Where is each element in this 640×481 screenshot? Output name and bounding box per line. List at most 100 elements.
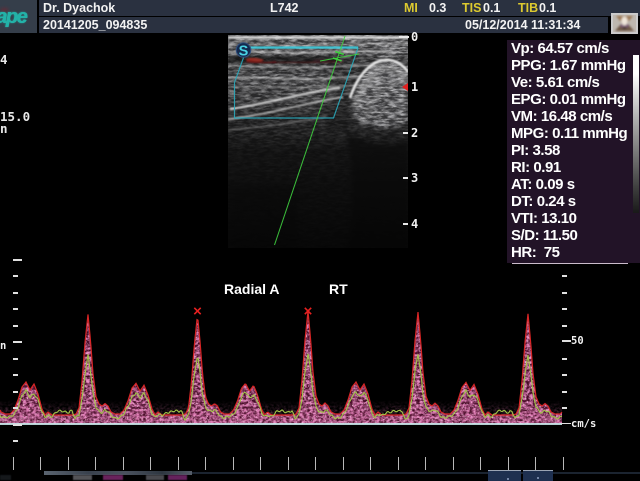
depth-mark: 3 bbox=[411, 173, 418, 183]
datetime: 05/12/2014 11:31:34 bbox=[465, 18, 580, 32]
probe-model: L742 bbox=[270, 1, 299, 15]
time-tick bbox=[95, 457, 96, 470]
measurement-row: VTI: 13.10 bbox=[507, 210, 640, 227]
time-tick bbox=[563, 457, 564, 470]
velocity-tick bbox=[562, 358, 567, 360]
header-row-patient: Dr. Dyachok L742 MI 0.3 TIS 0.1 TIB 0.1 bbox=[39, 0, 640, 16]
time-tick bbox=[315, 457, 316, 470]
measurement-row: VM: 16.48 cm/s bbox=[507, 108, 640, 125]
velocity-tick bbox=[562, 292, 567, 294]
time-tick bbox=[343, 457, 344, 470]
velocity-tick bbox=[13, 407, 18, 409]
softkey-button-2[interactable] bbox=[523, 470, 553, 481]
measurement-row: AT: 0.09 s bbox=[507, 176, 640, 193]
left-axis-unit-cut: n bbox=[0, 341, 6, 352]
measurement-row: S/D: 11.50 bbox=[507, 227, 640, 244]
velocity-tick bbox=[562, 407, 567, 409]
bmode-image[interactable]: S bbox=[228, 35, 408, 248]
velocity-tick bbox=[13, 391, 18, 393]
velocity-tick bbox=[13, 325, 18, 327]
velocity-scale-label: 50 bbox=[571, 336, 584, 347]
tis-label: TIS bbox=[462, 1, 481, 15]
bottom-toolbar-line bbox=[192, 472, 640, 474]
vessel-label: Radial A bbox=[224, 281, 280, 297]
exam-id: 20141205_094835 bbox=[43, 18, 147, 32]
velocity-tick bbox=[562, 308, 567, 310]
header-row-exam: 20141205_094835 05/12/2014 11:31:34 bbox=[39, 17, 608, 33]
patient-name: Dr. Dyachok bbox=[43, 1, 115, 15]
time-tick bbox=[480, 457, 481, 470]
softkey-dot bbox=[537, 477, 539, 479]
status-fragment bbox=[73, 475, 92, 480]
tis-value: 0.1 bbox=[483, 1, 500, 15]
velocity-tick bbox=[562, 391, 567, 393]
time-tick bbox=[233, 457, 234, 470]
status-fragment bbox=[0, 475, 11, 480]
doppler-spectrum[interactable] bbox=[0, 250, 640, 450]
clip-thumbnail[interactable] bbox=[611, 13, 638, 34]
status-fragment bbox=[168, 475, 187, 480]
time-tick bbox=[260, 457, 261, 470]
velocity-tick bbox=[562, 275, 567, 277]
velocity-tick bbox=[13, 275, 18, 277]
depth-tick bbox=[399, 36, 409, 38]
depth-tick bbox=[403, 223, 408, 225]
scale-dash bbox=[562, 340, 571, 342]
caliper-x-marker[interactable] bbox=[194, 308, 200, 314]
depth-mark: 0 bbox=[411, 32, 418, 42]
time-tick bbox=[535, 457, 536, 470]
time-tick bbox=[288, 457, 289, 470]
time-tick bbox=[453, 457, 454, 470]
time-tick bbox=[398, 457, 399, 470]
time-tick bbox=[508, 457, 509, 470]
time-tick bbox=[150, 457, 151, 470]
tib-value: 0.1 bbox=[539, 1, 556, 15]
header-bar: ape Dr. Dyachok L742 MI 0.3 TIS 0.1 TIB … bbox=[0, 0, 640, 34]
side-label: RT bbox=[329, 281, 348, 297]
time-tick bbox=[205, 457, 206, 470]
velocity-tick bbox=[13, 292, 18, 294]
status-fragment bbox=[146, 475, 164, 480]
time-tick bbox=[68, 457, 69, 470]
focus-marker[interactable] bbox=[402, 83, 408, 91]
measurement-row: MPG: 0.11 mmHg bbox=[507, 125, 640, 142]
measurement-row: EPG: 0.01 mmHg bbox=[507, 91, 640, 108]
svg-text:S: S bbox=[239, 43, 249, 59]
depth-tick bbox=[403, 177, 408, 179]
spectrum-waveform bbox=[0, 250, 562, 450]
velocity-tick bbox=[13, 308, 18, 310]
measurement-row: DT: 0.24 s bbox=[507, 193, 640, 210]
velocity-tick bbox=[13, 424, 22, 426]
velocity-tick bbox=[13, 374, 18, 376]
measurement-row: PPG: 1.67 mmHg bbox=[507, 57, 640, 74]
left-label-unit: n bbox=[0, 124, 8, 134]
left-label-top: 4 bbox=[0, 55, 8, 65]
baseline-dash bbox=[561, 423, 571, 425]
time-tick bbox=[370, 457, 371, 470]
measurement-row: RI: 0.91 bbox=[507, 159, 640, 176]
depth-mark: 2 bbox=[411, 128, 418, 138]
time-tick bbox=[13, 457, 14, 470]
measurement-row: PI: 3.58 bbox=[507, 142, 640, 159]
depth-mark: 1 bbox=[411, 82, 418, 92]
time-tick bbox=[178, 457, 179, 470]
time-tick bbox=[40, 457, 41, 470]
velocity-tick bbox=[562, 325, 567, 327]
measurement-panel: Vp: 64.57 cm/sPPG: 1.67 mmHgVe: 5.61 cm/… bbox=[507, 40, 640, 263]
velocity-tick bbox=[13, 259, 22, 261]
softkey-button-1[interactable] bbox=[488, 470, 521, 481]
time-tick bbox=[425, 457, 426, 470]
tib-label: TIB bbox=[518, 1, 538, 15]
depth-mark: 4 bbox=[411, 219, 418, 229]
brand-logo-text: ape bbox=[0, 6, 26, 29]
velocity-tick bbox=[13, 440, 18, 442]
caliper-markers[interactable] bbox=[194, 308, 311, 314]
velocity-tick bbox=[13, 358, 18, 360]
mi-value: 0.3 bbox=[429, 1, 446, 15]
status-fragment bbox=[103, 475, 123, 480]
velocity-tick bbox=[13, 341, 22, 343]
time-tick bbox=[123, 457, 124, 470]
measurement-row: Vp: 64.57 cm/s bbox=[507, 40, 640, 57]
depth-tick bbox=[403, 132, 408, 134]
velocity-tick bbox=[562, 374, 567, 376]
